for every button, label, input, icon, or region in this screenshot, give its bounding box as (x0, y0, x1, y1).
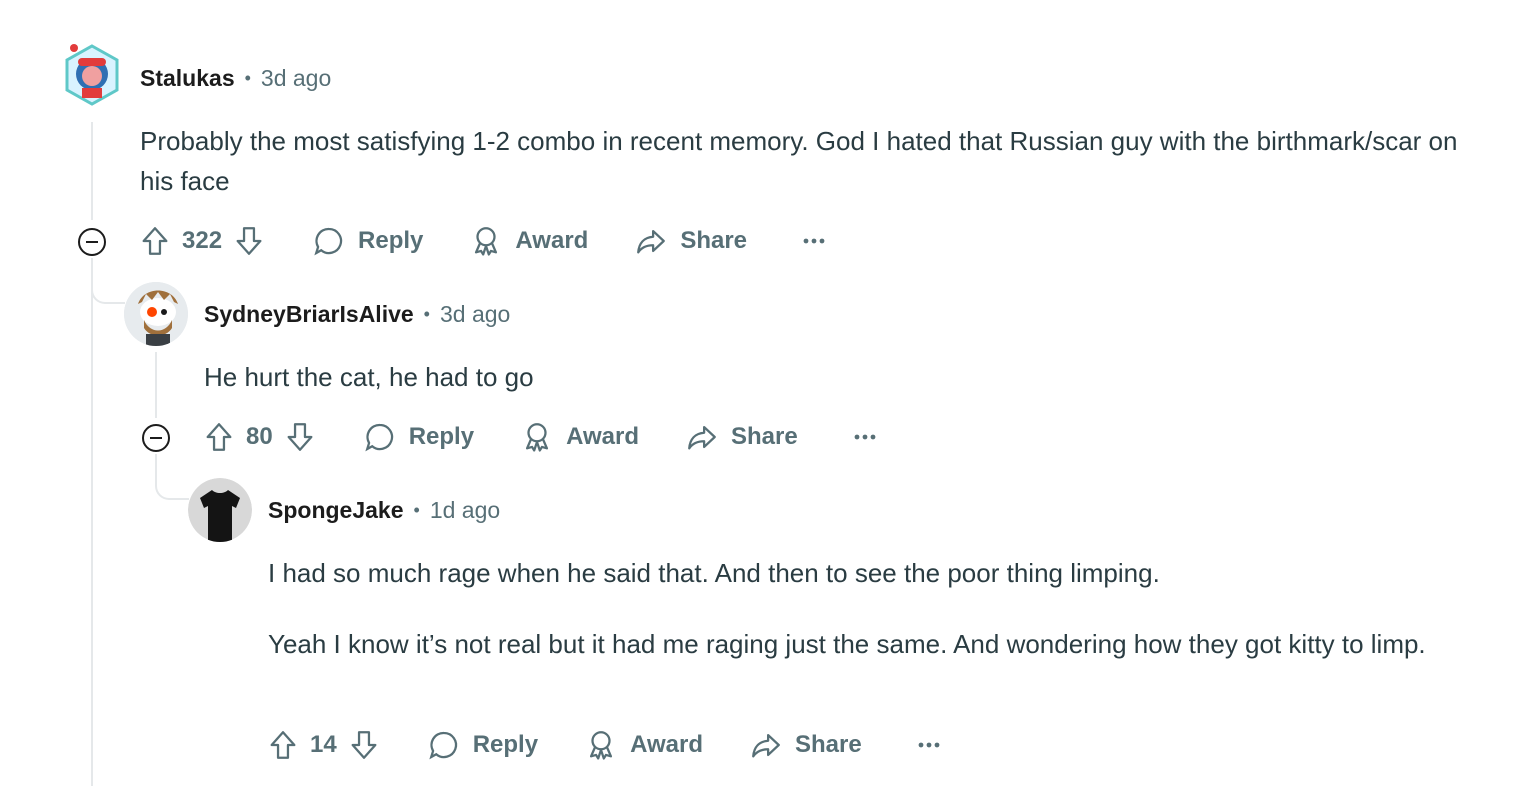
comment-paragraph: Yeah I know it’s not real but it had me … (268, 629, 1426, 659)
comment-bubble-icon (312, 224, 346, 258)
vote-score: 322 (182, 227, 223, 254)
reply-label: Reply (472, 731, 539, 758)
share-button[interactable]: Share (749, 728, 862, 762)
share-button[interactable]: Share (634, 224, 747, 258)
vote-group: 322 (138, 224, 266, 258)
award-label: Award (630, 731, 703, 758)
comment-timestamp[interactable]: 3d ago (261, 65, 331, 92)
reply-button[interactable]: Reply (312, 224, 423, 258)
share-label: Share (794, 731, 862, 758)
author-name[interactable]: SydneyBriarIsAlive (204, 301, 414, 328)
author-name[interactable]: SpongeJake (268, 497, 404, 524)
share-label: Share (730, 423, 798, 450)
share-arrow-icon (685, 420, 719, 454)
avatar-stalukas[interactable] (64, 44, 120, 106)
thread-line-level-1 (91, 122, 93, 220)
comment-actions: 80 Reply Award Share (202, 415, 876, 459)
reply-button[interactable]: Reply (427, 728, 538, 762)
reply-label: Reply (358, 227, 424, 254)
award-label: Award (515, 227, 589, 254)
vote-score: 80 (246, 423, 273, 450)
comment-body: I had so much rage when he said that. An… (268, 553, 1518, 664)
upvote-icon[interactable] (138, 224, 172, 258)
comment-timestamp[interactable]: 3d ago (440, 301, 510, 328)
award-button[interactable]: Award (520, 420, 639, 454)
reply-label: Reply (408, 423, 475, 450)
vote-group: 14 (266, 728, 381, 762)
comment-meta: Stalukas • 3d ago (140, 62, 331, 94)
downvote-icon[interactable] (347, 728, 381, 762)
comment-meta: SpongeJake • 1d ago (268, 494, 500, 526)
author-name[interactable]: Stalukas (140, 65, 235, 92)
meta-separator: • (244, 67, 251, 88)
thread-connector-reply-1 (91, 258, 125, 304)
downvote-icon[interactable] (283, 420, 317, 454)
comment-actions: 322 Reply Award Share (138, 219, 825, 263)
comment-paragraph: I had so much rage when he said that. An… (268, 558, 1160, 588)
collapse-thread-icon[interactable] (78, 228, 106, 256)
more-options-icon[interactable] (854, 433, 876, 441)
award-ribbon-icon (584, 728, 618, 762)
share-button[interactable]: Share (685, 420, 798, 454)
award-ribbon-icon (469, 224, 503, 258)
thread-line-level-1-continued (91, 258, 93, 786)
share-arrow-icon (749, 728, 783, 762)
comment-paragraph: He hurt the cat, he had to go (204, 362, 534, 392)
award-button[interactable]: Award (469, 224, 588, 258)
meta-separator: • (423, 303, 430, 324)
comment-paragraph: Probably the most satisfying 1-2 combo i… (140, 126, 1458, 196)
vote-group: 80 (202, 420, 317, 454)
upvote-icon[interactable] (266, 728, 300, 762)
thread-connector-reply-2 (155, 454, 189, 500)
more-options-icon[interactable] (803, 237, 825, 245)
comment-body: Probably the most satisfying 1-2 combo i… (140, 121, 1480, 201)
comment-timestamp[interactable]: 1d ago (430, 497, 500, 524)
award-label: Award (566, 423, 639, 450)
vote-score: 14 (310, 731, 337, 758)
thread-line-level-2 (155, 352, 157, 418)
share-arrow-icon (634, 224, 668, 258)
comment-actions: 14 Reply Award Share (266, 723, 940, 767)
comment-meta: SydneyBriarIsAlive • 3d ago (204, 298, 510, 330)
share-label: Share (680, 227, 748, 254)
comment-bubble-icon (363, 420, 397, 454)
reply-button[interactable]: Reply (363, 420, 474, 454)
more-options-icon[interactable] (918, 741, 940, 749)
avatar-spongejake[interactable] (188, 478, 252, 542)
upvote-icon[interactable] (202, 420, 236, 454)
award-ribbon-icon (520, 420, 554, 454)
award-button[interactable]: Award (584, 728, 703, 762)
downvote-icon[interactable] (232, 224, 266, 258)
collapse-thread-icon[interactable] (142, 424, 170, 452)
meta-separator: • (413, 499, 420, 520)
comment-bubble-icon (427, 728, 461, 762)
comment-body: He hurt the cat, he had to go (204, 357, 1484, 397)
avatar-sydneybriarisalive[interactable] (124, 282, 188, 346)
